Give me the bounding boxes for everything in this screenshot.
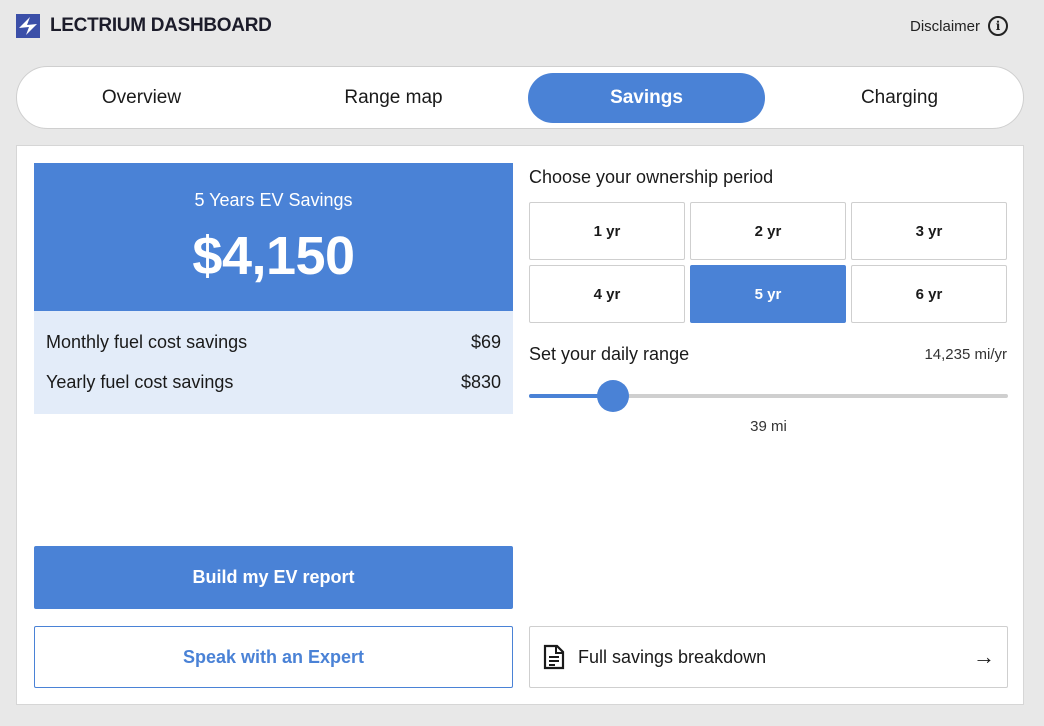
savings-detail-list: Monthly fuel cost savings $69 Yearly fue… (34, 311, 513, 414)
tab-charging[interactable]: Charging (781, 73, 1018, 123)
monthly-savings-label: Monthly fuel cost savings (46, 332, 248, 352)
yearly-savings-value: $830 (460, 372, 501, 392)
full-breakdown-label: Full savings breakdown (578, 646, 767, 667)
daily-range-value: 39 mi (750, 418, 787, 435)
ownership-period-options: 1 yr 2 yr 3 yr 4 yr 5 yr 6 yr (529, 202, 1008, 323)
tab-bar: Overview Range map Savings Charging (16, 66, 1024, 129)
disclaimer-link[interactable]: Disclaimer i (910, 16, 1008, 36)
tab-savings[interactable]: Savings (528, 73, 765, 123)
monthly-savings-value: $69 (470, 332, 501, 352)
yearly-savings-label: Yearly fuel cost savings (46, 372, 234, 392)
period-option-1yr[interactable]: 1 yr (529, 202, 685, 260)
info-icon[interactable]: i (988, 16, 1008, 36)
savings-title: 5 Years EV Savings (194, 190, 353, 210)
document-icon (543, 644, 565, 670)
bolt-logo-icon (16, 14, 40, 38)
period-option-6yr[interactable]: 6 yr (851, 265, 1007, 323)
period-option-2yr[interactable]: 2 yr (690, 202, 846, 260)
build-report-button[interactable]: Build my EV report (34, 546, 513, 609)
period-option-5yr[interactable]: 5 yr (690, 265, 846, 323)
daily-range-label: Set your daily range (529, 344, 690, 364)
ownership-period-label: Choose your ownership period (529, 167, 774, 187)
savings-panel: 5 Years EV Savings $4,150 Monthly fuel c… (16, 145, 1024, 705)
savings-total: $4,150 (192, 226, 355, 286)
arrow-right-icon: → (973, 644, 995, 669)
yearly-savings-row: Yearly fuel cost savings $830 (46, 372, 501, 393)
daily-range-slider[interactable] (529, 378, 1008, 414)
tab-range-map[interactable]: Range map (275, 73, 512, 123)
slider-thumb[interactable] (596, 380, 629, 412)
tab-overview[interactable]: Overview (23, 73, 260, 123)
speak-expert-button[interactable]: Speak with an Expert (34, 626, 513, 688)
disclaimer-label: Disclaimer (909, 17, 980, 35)
annual-mileage: 14,235 mi/yr (924, 346, 1007, 363)
monthly-savings-row: Monthly fuel cost savings $69 (46, 332, 501, 353)
savings-summary-card: 5 Years EV Savings $4,150 (34, 163, 513, 311)
period-option-3yr[interactable]: 3 yr (851, 202, 1007, 260)
app-header: LECTRIUM DASHBOARD Disclaimer i (0, 0, 1044, 56)
brand-title: LECTRIUM DASHBOARD (50, 15, 272, 36)
full-breakdown-button[interactable]: Full savings breakdown → (529, 626, 1008, 688)
period-option-4yr[interactable]: 4 yr (529, 265, 685, 323)
